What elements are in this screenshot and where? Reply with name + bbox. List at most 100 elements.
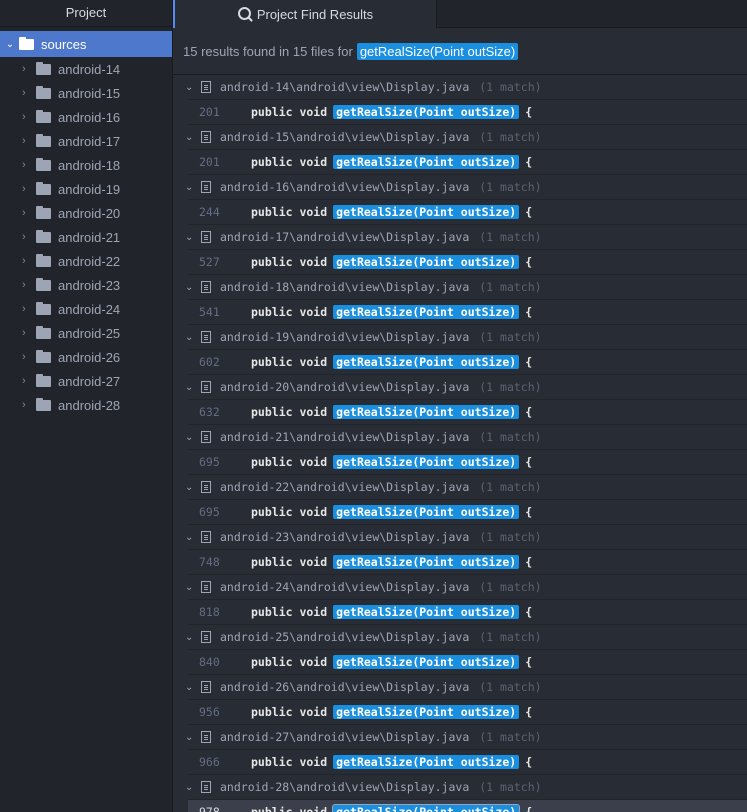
tree-item-android-27[interactable]: › android-27 xyxy=(0,369,172,393)
chevron-down-icon[interactable]: ⌄ xyxy=(185,182,201,193)
result-match-row[interactable]: 201 public void getRealSize(Point outSize)… xyxy=(188,149,747,175)
chevron-down-icon[interactable]: ⌄ xyxy=(185,382,201,393)
result-file-row[interactable]: ⌄ android-22\android\view\Display.java (1 … xyxy=(173,475,747,499)
tree-item-android-25[interactable]: › android-25 xyxy=(0,321,172,345)
chevron-down-icon[interactable]: ⌄ xyxy=(1,39,19,50)
chevron-right-icon[interactable]: › xyxy=(22,255,36,267)
chevron-right-icon[interactable]: › xyxy=(22,327,36,339)
line-number: 632 xyxy=(199,405,220,419)
chevron-down-icon[interactable]: ⌄ xyxy=(185,82,201,93)
line-number: 840 xyxy=(199,655,220,669)
result-match-row[interactable]: 978 public void getRealSize(Point outSize)… xyxy=(188,799,747,812)
chevron-right-icon[interactable]: › xyxy=(22,279,36,291)
tree-item-android-20[interactable]: › android-20 xyxy=(0,201,172,225)
tree-item-android-23[interactable]: › android-23 xyxy=(0,273,172,297)
chevron-right-icon[interactable]: › xyxy=(22,159,36,171)
code-prefix: public void xyxy=(251,655,328,669)
result-file-row[interactable]: ⌄ android-26\android\view\Display.java (1 … xyxy=(173,675,747,699)
chevron-down-icon[interactable]: ⌄ xyxy=(185,232,201,243)
tab-project-find-results[interactable]: Project Find Results xyxy=(173,0,437,28)
file-icon xyxy=(201,581,211,593)
code-suffix: { xyxy=(525,305,533,319)
tree-item-android-17[interactable]: › android-17 xyxy=(0,129,172,153)
tab-bar: Project Find Results xyxy=(173,0,747,28)
result-file-row[interactable]: ⌄ android-15\android\view\Display.java (1 … xyxy=(173,125,747,149)
tree-item-android-24[interactable]: › android-24 xyxy=(0,297,172,321)
result-file-row[interactable]: ⌄ android-24\android\view\Display.java (1 … xyxy=(173,575,747,599)
code-suffix: { xyxy=(525,505,533,519)
chevron-down-icon[interactable]: ⌄ xyxy=(185,632,201,643)
chevron-down-icon[interactable]: ⌄ xyxy=(185,782,201,793)
result-file-row[interactable]: ⌄ android-20\android\view\Display.java (1 … xyxy=(173,375,747,399)
code-prefix: public void xyxy=(251,355,328,369)
result-match-row[interactable]: 527 public void getRealSize(Point outSize)… xyxy=(188,249,747,275)
chevron-right-icon[interactable]: › xyxy=(22,87,36,99)
chevron-right-icon[interactable]: › xyxy=(22,111,36,123)
result-file-row[interactable]: ⌄ android-18\android\view\Display.java (1 … xyxy=(173,275,747,299)
result-match-row[interactable]: 632 public void getRealSize(Point outSize)… xyxy=(188,399,747,425)
tree-item-android-21[interactable]: › android-21 xyxy=(0,225,172,249)
result-file-row[interactable]: ⌄ android-19\android\view\Display.java (1 … xyxy=(173,325,747,349)
code-match-highlight: getRealSize(Point outSize) xyxy=(333,355,520,369)
chevron-down-icon[interactable]: ⌄ xyxy=(185,432,201,443)
tree-item-android-22[interactable]: › android-22 xyxy=(0,249,172,273)
result-file-row[interactable]: ⌄ android-25\android\view\Display.java (1 … xyxy=(173,625,747,649)
result-match-row[interactable]: 966 public void getRealSize(Point outSize)… xyxy=(188,749,747,775)
result-file-row[interactable]: ⌄ android-23\android\view\Display.java (1 … xyxy=(173,525,747,549)
chevron-right-icon[interactable]: › xyxy=(22,399,36,411)
chevron-right-icon[interactable]: › xyxy=(22,351,36,363)
code-suffix: { xyxy=(525,805,533,812)
line-number: 818 xyxy=(199,605,220,619)
tree-item-android-15[interactable]: › android-15 xyxy=(0,81,172,105)
tree-item-label: android-26 xyxy=(58,349,121,365)
chevron-down-icon[interactable]: ⌄ xyxy=(185,582,201,593)
summary-text: 15 results found in 15 files for xyxy=(183,43,353,59)
tree-item-android-18[interactable]: › android-18 xyxy=(0,153,172,177)
chevron-down-icon[interactable]: ⌄ xyxy=(185,482,201,493)
chevron-right-icon[interactable]: › xyxy=(22,183,36,195)
code-prefix: public void xyxy=(251,805,328,812)
chevron-right-icon[interactable]: › xyxy=(22,63,36,75)
code-suffix: { xyxy=(525,555,533,569)
tree-item-android-16[interactable]: › android-16 xyxy=(0,105,172,129)
chevron-down-icon[interactable]: ⌄ xyxy=(185,132,201,143)
chevron-down-icon[interactable]: ⌄ xyxy=(185,532,201,543)
chevron-down-icon[interactable]: ⌄ xyxy=(185,332,201,343)
result-match-row[interactable]: 695 public void getRealSize(Point outSize)… xyxy=(188,449,747,475)
code-suffix: { xyxy=(525,155,533,169)
result-file-row[interactable]: ⌄ android-16\android\view\Display.java (1 … xyxy=(173,175,747,199)
result-match-row[interactable]: 244 public void getRealSize(Point outSize)… xyxy=(188,199,747,225)
result-match-row[interactable]: 818 public void getRealSize(Point outSize)… xyxy=(188,599,747,625)
result-file-row[interactable]: ⌄ android-14\android\view\Display.java (1 … xyxy=(173,75,747,99)
tab-project[interactable]: Project xyxy=(0,0,172,27)
chevron-right-icon[interactable]: › xyxy=(22,135,36,147)
chevron-right-icon[interactable]: › xyxy=(22,231,36,243)
result-file-row[interactable]: ⌄ android-27\android\view\Display.java (1 … xyxy=(173,725,747,749)
result-match-row[interactable]: 541 public void getRealSize(Point outSize)… xyxy=(188,299,747,325)
result-match-row[interactable]: 748 public void getRealSize(Point outSize)… xyxy=(188,549,747,575)
tree-item-android-19[interactable]: › android-19 xyxy=(0,177,172,201)
tree-item-android-28[interactable]: › android-28 xyxy=(0,393,172,417)
result-file-row[interactable]: ⌄ android-17\android\view\Display.java (1 … xyxy=(173,225,747,249)
result-file-path: android-19\android\view\Display.java xyxy=(220,330,470,344)
chevron-down-icon[interactable]: ⌄ xyxy=(185,732,201,743)
result-match-row[interactable]: 602 public void getRealSize(Point outSize)… xyxy=(188,349,747,375)
chevron-right-icon[interactable]: › xyxy=(22,207,36,219)
chevron-down-icon[interactable]: ⌄ xyxy=(185,682,201,693)
folder-icon xyxy=(36,85,51,99)
tree-item-android-26[interactable]: › android-26 xyxy=(0,345,172,369)
result-file-row[interactable]: ⌄ android-28\android\view\Display.java (1 … xyxy=(173,775,747,799)
chevron-down-icon[interactable]: ⌄ xyxy=(185,282,201,293)
result-match-row[interactable]: 840 public void getRealSize(Point outSize)… xyxy=(188,649,747,675)
result-file-row[interactable]: ⌄ android-21\android\view\Display.java (1 … xyxy=(173,425,747,449)
chevron-right-icon[interactable]: › xyxy=(22,375,36,387)
code-suffix: { xyxy=(525,455,533,469)
result-match-row[interactable]: 695 public void getRealSize(Point outSize)… xyxy=(188,499,747,525)
result-match-row[interactable]: 201 public void getRealSize(Point outSize)… xyxy=(188,99,747,125)
tree-root-sources[interactable]: ⌄ sources xyxy=(0,31,172,57)
tree-item-android-14[interactable]: › android-14 xyxy=(0,57,172,81)
result-match-row[interactable]: 956 public void getRealSize(Point outSize)… xyxy=(188,699,747,725)
result-file-path: android-27\android\view\Display.java xyxy=(220,730,470,744)
tree-item-label: android-20 xyxy=(58,205,121,221)
chevron-right-icon[interactable]: › xyxy=(22,303,36,315)
